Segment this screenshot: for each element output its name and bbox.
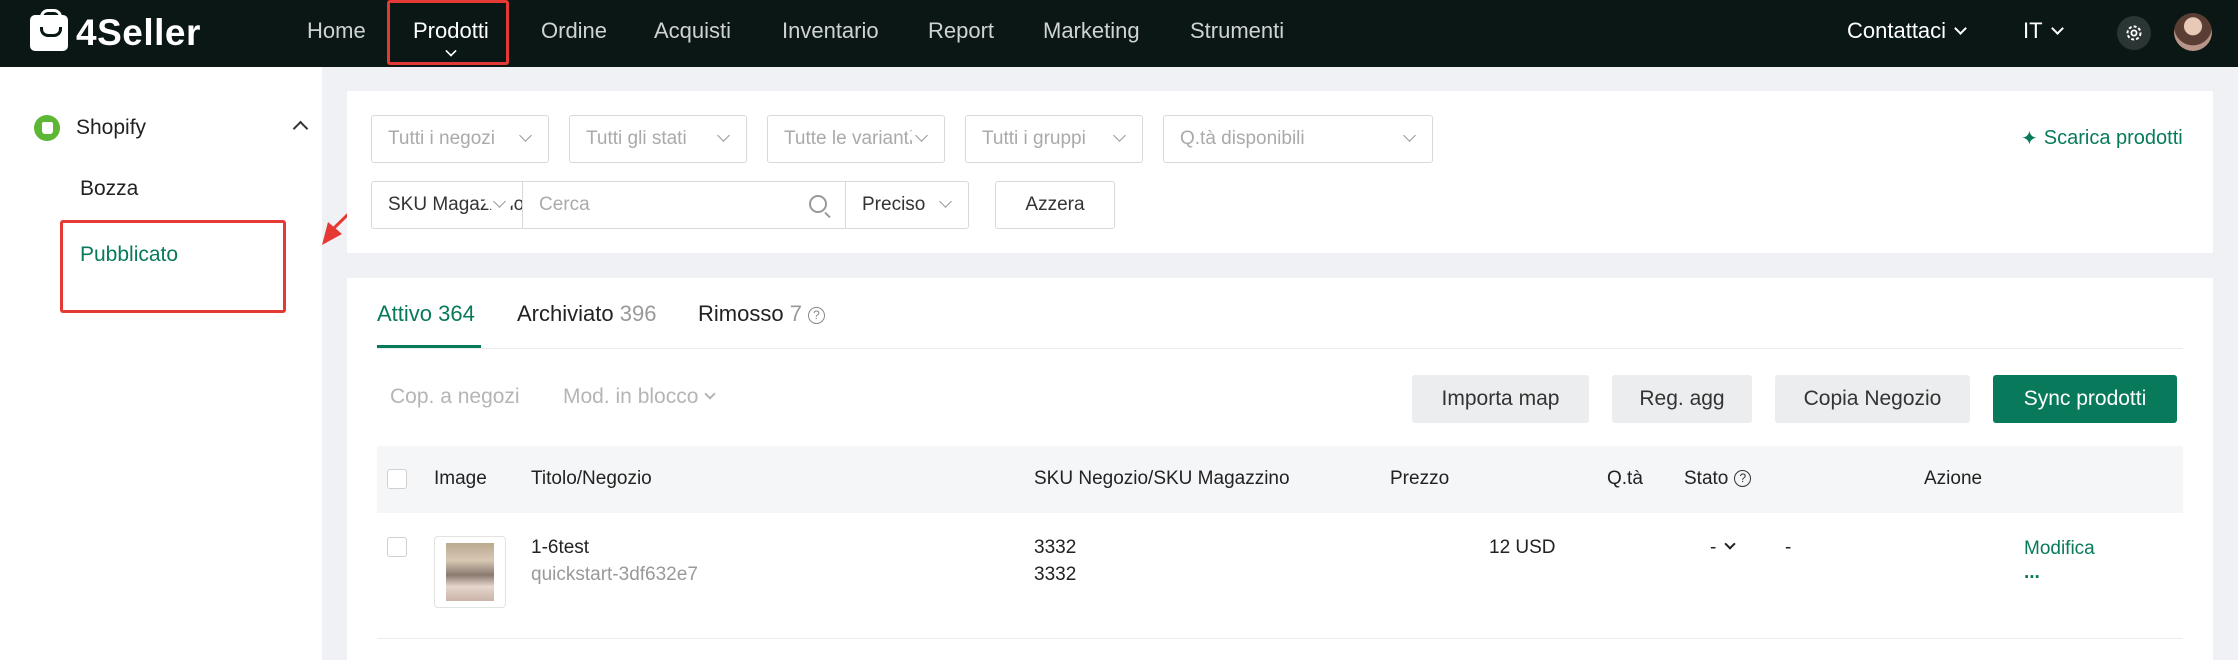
- download-products-label: Scarica prodotti: [2043, 127, 2183, 149]
- copy-store-button[interactable]: Copia Negozio: [1775, 375, 1970, 423]
- help-icon[interactable]: ?: [1734, 470, 1752, 487]
- match-mode-select[interactable]: Preciso: [845, 181, 969, 229]
- reset-button[interactable]: Azzera: [995, 181, 1115, 229]
- sku-store: 3332: [1034, 537, 1077, 558]
- tab-count: 7: [789, 301, 802, 326]
- status-filter-select[interactable]: Tutti gli stati: [569, 115, 747, 163]
- download-products-link[interactable]: ✦ Scarica prodotti: [2021, 126, 2183, 151]
- product-store: quickstart-3df632e7: [531, 564, 698, 585]
- tab-label: Attivo: [377, 301, 433, 326]
- help-icon[interactable]: ?: [807, 307, 825, 324]
- column-header-image: Image: [434, 468, 487, 489]
- product-status: -: [1785, 537, 1792, 558]
- column-header-title: Titolo/Negozio: [531, 468, 652, 489]
- chevron-down-icon: [1403, 129, 1416, 142]
- row-checkbox[interactable]: [387, 537, 407, 557]
- variant-filter-value: Tutte le varianti: [784, 128, 914, 149]
- column-header-action: Azione: [1924, 468, 1983, 489]
- variant-filter-select[interactable]: Tutte le varianti: [767, 115, 945, 163]
- chevron-down-icon: [717, 129, 730, 142]
- select-all-checkbox[interactable]: [387, 469, 407, 489]
- import-map-button[interactable]: Importa map: [1412, 375, 1589, 423]
- search-placeholder: Cerca: [539, 194, 590, 215]
- tab-count: 396: [619, 301, 657, 326]
- chevron-down-icon: [1113, 129, 1126, 142]
- tab-archiviato[interactable]: Archiviato 396: [517, 301, 656, 327]
- column-header-qty: Q.tà: [1607, 468, 1643, 489]
- qty-filter-value: Q.tà disponibili: [1180, 128, 1305, 149]
- status-header-label: Stato: [1684, 468, 1729, 489]
- tab-label: Archiviato: [517, 301, 614, 326]
- column-header-sku: SKU Negozio/SKU Magazzino: [1034, 468, 1290, 489]
- sku-warehouse: 3332: [1034, 564, 1077, 585]
- column-header-status: Stato?: [1684, 468, 1752, 490]
- tab-count: 364: [438, 301, 475, 326]
- more-actions-button[interactable]: ...: [2024, 562, 2040, 584]
- sync-products-button[interactable]: Sync prodotti: [1993, 375, 2177, 423]
- bulk-edit-label: Mod. in blocco: [563, 385, 699, 408]
- filter-panel: Tutti i negozi Tutti gli stati Tutte le …: [347, 91, 2213, 253]
- table-header: Image Titolo/Negozio SKU Negozio/SKU Mag…: [377, 446, 2183, 513]
- tabs-divider: [377, 348, 2183, 349]
- reg-agg-button[interactable]: Reg. agg: [1612, 375, 1752, 423]
- chevron-down-icon: [939, 195, 952, 208]
- column-header-price: Prezzo: [1390, 468, 1450, 489]
- product-price: 12 USD: [1489, 537, 1556, 558]
- edit-link[interactable]: Modifica: [2024, 538, 2095, 560]
- chevron-down-icon: [915, 129, 928, 142]
- qty-value: -: [1710, 537, 1717, 558]
- store-filter-select[interactable]: Tutti i negozi: [371, 115, 549, 163]
- qty-filter-select[interactable]: Q.tà disponibili: [1163, 115, 1433, 163]
- sku-type-select[interactable]: SKU Magazzino: [371, 181, 523, 229]
- product-title: 1-6test: [531, 537, 590, 558]
- group-filter-value: Tutti i gruppi: [982, 128, 1086, 149]
- qty-dropdown[interactable]: -: [1710, 537, 1736, 559]
- status-filter-value: Tutti gli stati: [586, 128, 687, 149]
- active-tab-indicator: [377, 345, 481, 348]
- store-filter-value: Tutti i negozi: [388, 128, 496, 149]
- match-mode-value: Preciso: [862, 194, 926, 215]
- search-input[interactable]: Cerca: [522, 181, 846, 229]
- tab-rimosso[interactable]: Rimosso 7?: [698, 301, 825, 327]
- chevron-down-icon: [519, 129, 532, 142]
- product-image: [434, 536, 506, 608]
- products-panel: Attivo 364 Archiviato 396 Rimosso 7? Cop…: [347, 278, 2213, 660]
- tab-label: Rimosso: [698, 301, 784, 326]
- search-icon: [809, 195, 827, 213]
- sparkle-icon: ✦: [2021, 128, 2038, 150]
- chevron-down-icon: [1724, 538, 1736, 550]
- row-divider: [377, 638, 2183, 639]
- group-filter-select[interactable]: Tutti i gruppi: [965, 115, 1143, 163]
- tab-attivo[interactable]: Attivo 364: [377, 301, 475, 327]
- chevron-down-icon: [704, 388, 717, 400]
- copy-to-stores-button[interactable]: Cop. a negozi: [390, 385, 520, 409]
- bulk-edit-dropdown[interactable]: Mod. in blocco: [563, 385, 717, 409]
